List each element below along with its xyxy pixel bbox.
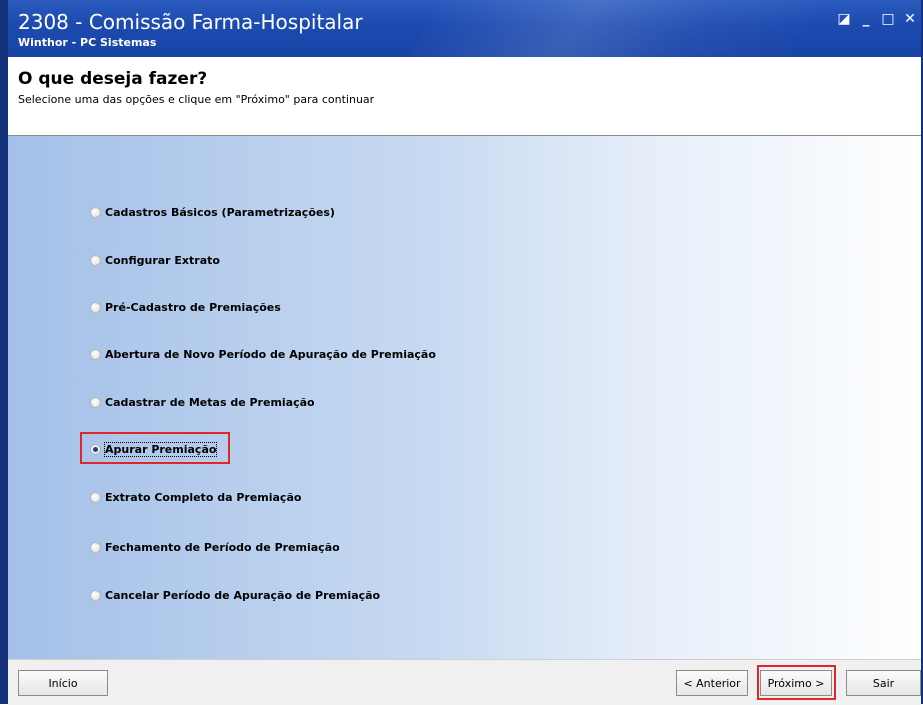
radio-button-selected[interactable] (90, 444, 101, 455)
window-controls: ◪ _ □ ✕ (833, 8, 921, 30)
close-icon[interactable]: ✕ (899, 8, 921, 30)
option-label: Extrato Completo da Premiação (105, 491, 302, 504)
wizard-header: O que deseja fazer? Selecione uma das op… (8, 57, 921, 136)
option-label: Abertura de Novo Período de Apuração de … (105, 348, 436, 361)
option-label: Apurar Premiação (103, 442, 218, 457)
restore-icon[interactable]: ◪ (833, 8, 855, 30)
radio-button[interactable] (90, 542, 101, 553)
option-label: Pré-Cadastro de Premiações (105, 301, 281, 314)
option-label: Cadastros Básicos (Parametrizações) (105, 206, 335, 219)
minimize-icon[interactable]: _ (855, 8, 877, 30)
sair-button[interactable]: Sair (846, 670, 921, 696)
radio-button[interactable] (90, 349, 101, 360)
window-title: 2308 - Comissão Farma-Hospitalar (18, 10, 363, 34)
title-bar[interactable]: 2308 - Comissão Farma-Hospitalar Winthor… (8, 0, 921, 57)
option-abertura-novo-periodo[interactable]: Abertura de Novo Período de Apuração de … (90, 348, 436, 361)
radio-button[interactable] (90, 207, 101, 218)
title-bar-sheen (389, 0, 833, 57)
maximize-icon[interactable]: □ (877, 8, 899, 30)
option-label: Cancelar Período de Apuração de Premiaçã… (105, 589, 381, 602)
option-cancelar-periodo[interactable]: Cancelar Período de Apuração de Premiaçã… (90, 589, 380, 602)
radio-button[interactable] (90, 590, 101, 601)
option-fechamento-periodo[interactable]: Fechamento de Período de Premiação (90, 541, 340, 554)
option-apurar-premiacao[interactable]: Apurar Premiação (90, 442, 218, 457)
inicio-button[interactable]: Início (18, 670, 108, 696)
option-pre-cadastro-premiacoes[interactable]: Pré-Cadastro de Premiações (90, 301, 281, 314)
option-extrato-completo[interactable]: Extrato Completo da Premiação (90, 491, 301, 504)
page-description: Selecione uma das opções e clique em "Pr… (18, 93, 375, 106)
app-window: 2308 - Comissão Farma-Hospitalar Winthor… (0, 0, 923, 705)
option-cadastros-basicos[interactable]: Cadastros Básicos (Parametrizações) (90, 206, 335, 219)
option-label: Fechamento de Período de Premiação (105, 541, 340, 554)
window-subtitle: Winthor - PC Sistemas (18, 36, 157, 49)
option-label: Cadastrar de Metas de Premiação (105, 396, 315, 409)
radio-button[interactable] (90, 302, 101, 313)
radio-button[interactable] (90, 255, 101, 266)
radio-button[interactable] (90, 397, 101, 408)
options-panel: Cadastros Básicos (Parametrizações) Conf… (8, 136, 921, 659)
wizard-footer: Início < Anterior Próximo > Sair (8, 659, 921, 705)
option-configurar-extrato[interactable]: Configurar Extrato (90, 254, 220, 267)
radio-button[interactable] (90, 492, 101, 503)
option-cadastrar-metas[interactable]: Cadastrar de Metas de Premiação (90, 396, 315, 409)
anterior-button[interactable]: < Anterior (676, 670, 748, 696)
page-title: O que deseja fazer? (18, 69, 208, 89)
proximo-button[interactable]: Próximo > (760, 670, 832, 696)
option-label: Configurar Extrato (105, 254, 220, 267)
